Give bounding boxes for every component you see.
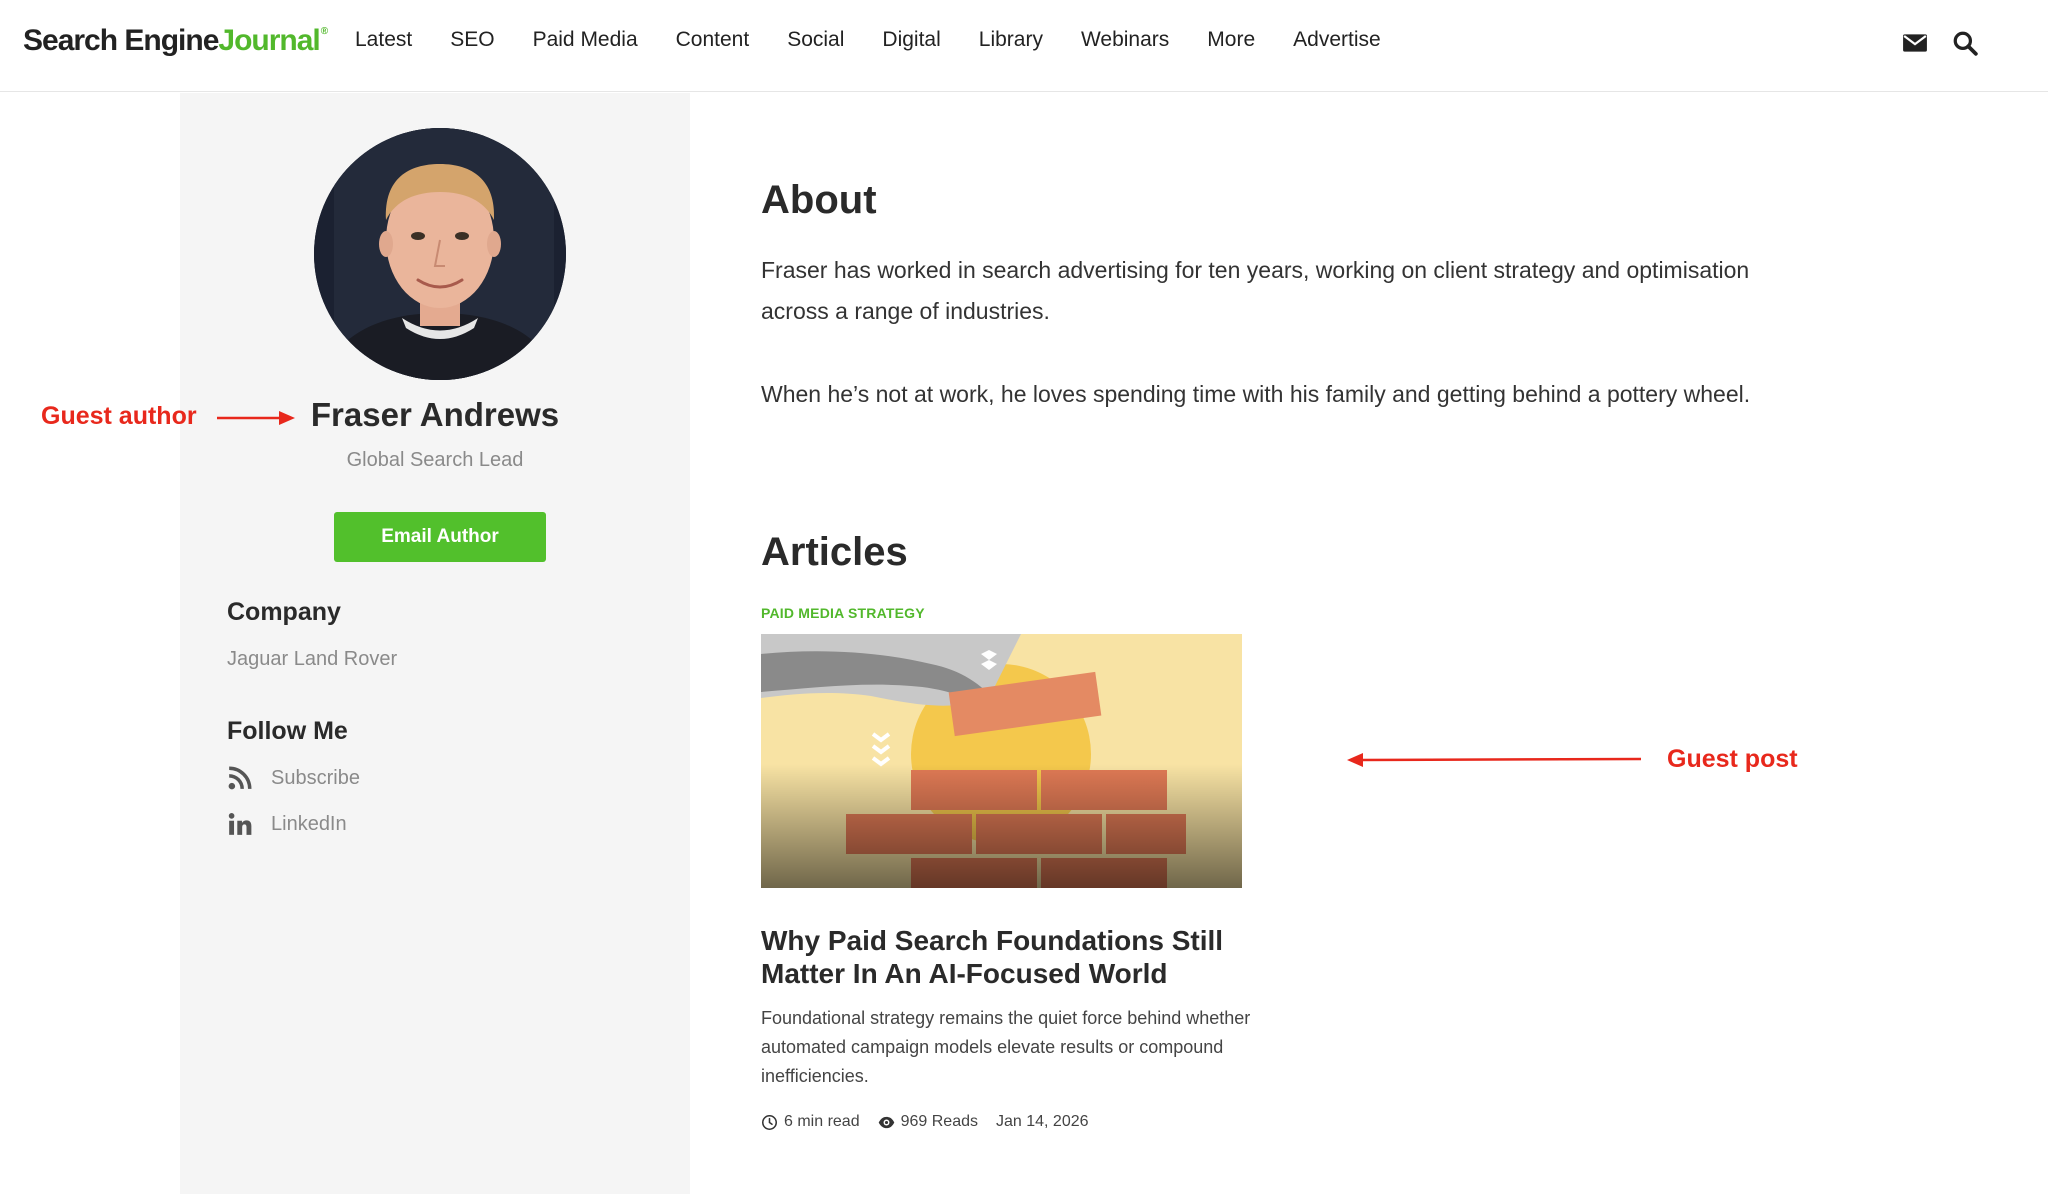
logo-text-journal: Journal bbox=[218, 24, 320, 57]
nav-webinars[interactable]: Webinars bbox=[1081, 28, 1169, 52]
author-avatar bbox=[314, 128, 566, 380]
nav-latest[interactable]: Latest bbox=[355, 28, 412, 52]
nav-more[interactable]: More bbox=[1207, 28, 1255, 52]
logo-registered-mark: ® bbox=[320, 26, 328, 37]
eye-icon bbox=[878, 1114, 895, 1131]
nav-seo[interactable]: SEO bbox=[450, 28, 494, 52]
author-role: Global Search Lead bbox=[346, 449, 524, 471]
subscribe-label: Subscribe bbox=[271, 766, 360, 789]
nav-social[interactable]: Social bbox=[787, 28, 844, 52]
email-author-button[interactable]: Email Author bbox=[334, 512, 546, 562]
company-name: Jaguar Land Rover bbox=[227, 648, 398, 670]
publish-date: Jan 14, 2026 bbox=[995, 1113, 1089, 1130]
main-nav: Latest SEO Paid Media Content Social Dig… bbox=[355, 28, 1381, 52]
about-heading: About bbox=[761, 178, 877, 222]
logo-text-search-engine: Search Engine bbox=[23, 24, 219, 57]
read-time-label: 6 min read bbox=[784, 1113, 860, 1130]
guest-author-annotation: Guest author bbox=[41, 402, 197, 430]
nav-paid-media[interactable]: Paid Media bbox=[533, 28, 638, 52]
article-category-link[interactable]: PAID MEDIA STRATEGY bbox=[761, 605, 925, 621]
read-count: 969 Reads bbox=[878, 1113, 978, 1131]
subscribe-link[interactable]: Subscribe bbox=[227, 765, 360, 791]
nav-advertise[interactable]: Advertise bbox=[1293, 28, 1381, 52]
guest-post-arrow bbox=[1347, 753, 1642, 767]
articles-heading: Articles bbox=[761, 530, 908, 574]
envelope-icon[interactable] bbox=[1902, 30, 1928, 56]
read-time: 6 min read bbox=[761, 1113, 860, 1131]
about-paragraph-1: Fraser has worked in search advertising … bbox=[761, 257, 1750, 324]
nav-content[interactable]: Content bbox=[676, 28, 750, 52]
follow-heading: Follow Me bbox=[227, 717, 348, 745]
article-meta: 6 min read 969 Reads Jan 14, 2026 bbox=[761, 1113, 1107, 1131]
rss-icon bbox=[227, 765, 253, 791]
nav-library[interactable]: Library bbox=[979, 28, 1043, 52]
company-heading: Company bbox=[227, 598, 341, 626]
clock-icon bbox=[761, 1114, 778, 1131]
guest-post-annotation: Guest post bbox=[1667, 745, 1798, 773]
site-logo[interactable]: Search EngineJournal® bbox=[23, 24, 328, 58]
read-count-label: 969 Reads bbox=[900, 1113, 978, 1130]
linkedin-link[interactable]: LinkedIn bbox=[227, 811, 347, 837]
article-excerpt: Foundational strategy remains the quiet … bbox=[761, 1008, 1251, 1086]
nav-digital[interactable]: Digital bbox=[882, 28, 940, 52]
linkedin-icon bbox=[227, 811, 253, 837]
guest-author-arrow bbox=[217, 411, 295, 425]
about-paragraph-2: When he’s not at work, he loves spending… bbox=[761, 381, 1751, 407]
site-header: Search EngineJournal® Latest SEO Paid Me… bbox=[0, 0, 2048, 92]
search-icon[interactable] bbox=[1952, 30, 1978, 56]
article-title-link[interactable]: Why Paid Search Foundations Still Matter… bbox=[761, 924, 1261, 990]
linkedin-label: LinkedIn bbox=[271, 812, 347, 835]
article-thumbnail[interactable] bbox=[761, 634, 1242, 888]
